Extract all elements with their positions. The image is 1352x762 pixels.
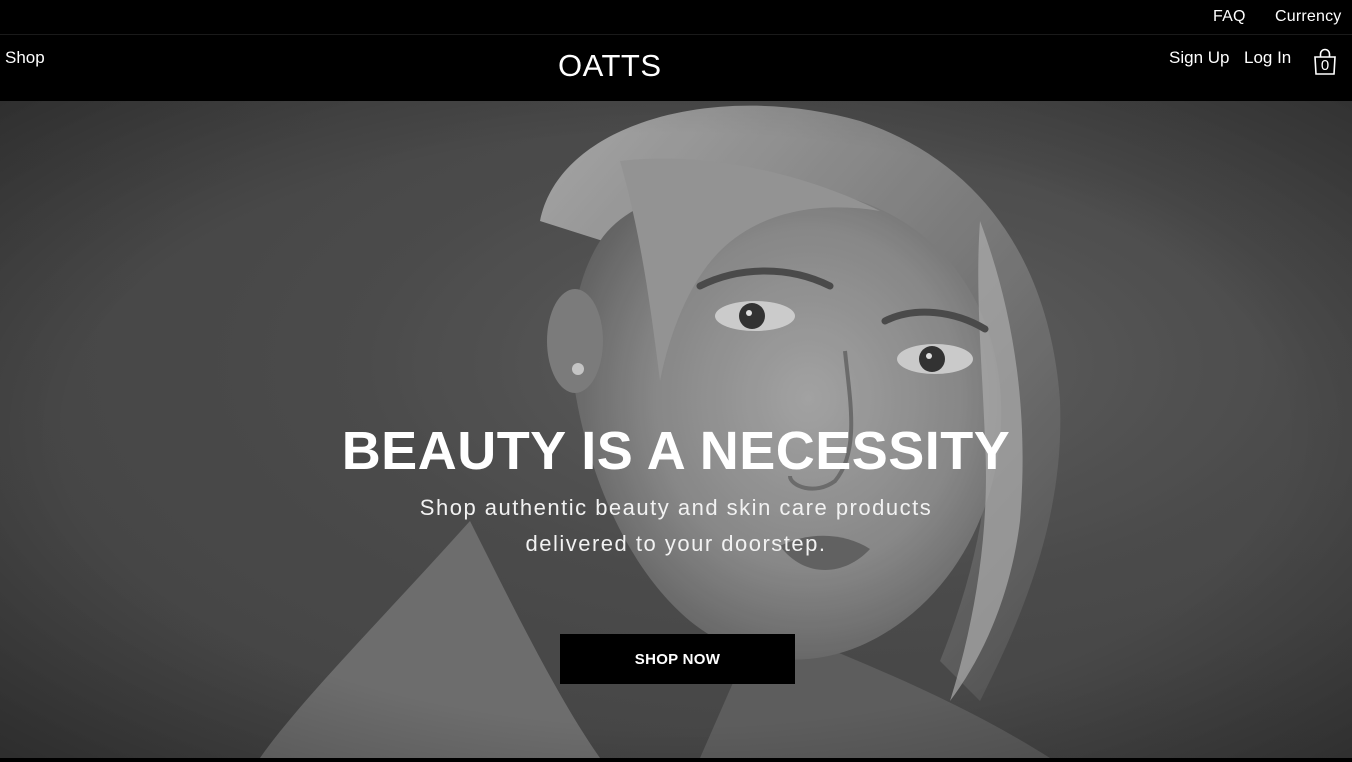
utility-bar: FAQ Currency	[0, 0, 1352, 35]
cart-button[interactable]: 0	[1313, 48, 1337, 76]
shop-now-button[interactable]: SHOP NOW	[560, 634, 795, 684]
hero-banner: BEAUTY IS A NECESSITY Shop authentic bea…	[0, 101, 1352, 758]
hero-subtitle: Shop authentic beauty and skin care prod…	[419, 495, 933, 556]
cart-count: 0	[1320, 57, 1330, 74]
currency-selector[interactable]: Currency	[1275, 8, 1342, 26]
signup-link[interactable]: Sign Up	[1169, 48, 1229, 68]
section-divider	[0, 758, 1352, 762]
login-link[interactable]: Log In	[1244, 48, 1291, 68]
main-navigation: Shop OATTS Sign Up Log In 0	[0, 35, 1352, 101]
page: FAQ Currency Shop OATTS Sign Up Log In 0	[0, 0, 1352, 762]
faq-link[interactable]: FAQ	[1213, 8, 1246, 26]
site-logo[interactable]: OATTS	[558, 48, 661, 84]
shop-link[interactable]: Shop	[5, 48, 45, 68]
hero-title: BEAUTY IS A NECESSITY	[341, 421, 1011, 481]
